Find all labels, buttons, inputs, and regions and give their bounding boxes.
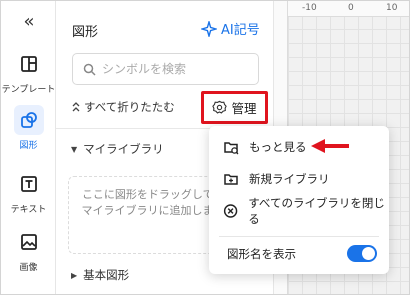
my-library-label: マイライブラリ: [83, 142, 164, 156]
image-icon: [14, 227, 44, 257]
ruler-label: 10: [386, 3, 398, 13]
panel-title: 図形: [72, 25, 99, 40]
close-circle-icon: [223, 204, 238, 218]
rail-label: テンプレート: [1, 85, 56, 95]
rail-label: 図形: [19, 141, 38, 151]
basic-shapes-label: 基本図形: [83, 268, 130, 282]
collapse-all-button[interactable]: すべて折りたたむ: [71, 99, 175, 115]
ruler-label: -10: [302, 3, 317, 13]
rail-label: 画像: [19, 263, 38, 273]
basic-shapes-header[interactable]: ▶ 基本図形: [71, 267, 129, 283]
show-names-toggle[interactable]: [347, 245, 377, 262]
collapse-sidebar-button[interactable]: «: [17, 11, 41, 33]
text-icon: [14, 169, 44, 199]
menu-item-new-library[interactable]: 新規ライブラリ: [209, 164, 389, 194]
show-names-label: 図形名を表示: [227, 247, 296, 261]
caret-right-icon: ▶: [71, 270, 78, 280]
shapes-icon: [13, 105, 44, 135]
rail-label: テキスト: [10, 205, 47, 215]
manage-label: 管理: [231, 101, 257, 116]
ai-symbol-button[interactable]: AI記号: [201, 19, 260, 38]
menu-item-label: もっと見る: [249, 140, 307, 154]
menu-separator: [219, 236, 379, 237]
drop-hint: ここに図形をドラッグして、マイライブラリに追加します: [81, 188, 225, 217]
annotation-arrow-icon: [311, 139, 349, 153]
ai-symbol-label: AI記号: [221, 23, 260, 38]
menu-item-label: 新規ライブラリ: [249, 172, 330, 186]
toggle-knob: [362, 247, 375, 260]
gear-icon: [212, 100, 228, 114]
search-icon: [83, 63, 96, 76]
menu-item-close-all[interactable]: すべてのライブラリを閉じる: [209, 196, 389, 226]
rail-item-template[interactable]: テンプレート: [1, 49, 56, 95]
library-more-icon: [224, 142, 239, 155]
symbol-search[interactable]: [72, 53, 259, 85]
my-library-header[interactable]: ▼ マイライブラリ: [71, 141, 164, 157]
rail-item-shapes[interactable]: 図形: [1, 105, 56, 151]
new-library-icon: [224, 174, 238, 185]
app-frame: -10 0 10 « テンプレート 図形 テキスト 画像 図形 AI記号 シンボ…: [0, 0, 410, 295]
caret-down-icon: ▼: [71, 144, 78, 154]
manage-button[interactable]: 管理: [201, 91, 268, 124]
menu-item-more[interactable]: もっと見る: [209, 132, 389, 162]
template-icon: [14, 49, 44, 79]
ruler-label: 0: [348, 3, 354, 13]
menu-item-label: すべてのライブラリを閉じる: [248, 196, 385, 226]
sparkle-icon: [201, 20, 217, 37]
search-input[interactable]: [102, 62, 252, 76]
collapse-all-label: すべて折りたたむ: [84, 100, 175, 114]
top-ruler: -10 0 10: [274, 1, 409, 17]
left-toolbar: « テンプレート 図形 テキスト 画像: [1, 1, 56, 294]
double-chevron-up-icon: [72, 102, 80, 112]
rail-item-image[interactable]: 画像: [1, 227, 56, 273]
manage-dropdown-menu: もっと見る 新規ライブラリ すべてのライブラリを閉じる 図形名を表示: [209, 126, 389, 274]
rail-item-text[interactable]: テキスト: [1, 169, 56, 215]
